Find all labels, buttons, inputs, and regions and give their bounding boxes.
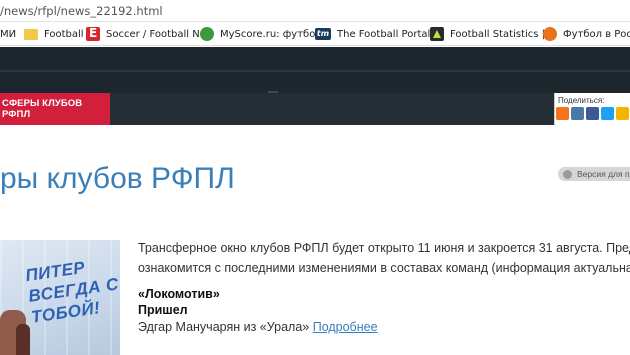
folder-icon: [24, 28, 38, 40]
share-panel: Поделиться:: [554, 93, 630, 125]
bookmark-label: Soccer / Football Ne: [106, 28, 206, 40]
photo-person: [16, 324, 30, 355]
print-version-label: Версия для п: [577, 169, 630, 179]
bookmark-espn[interactable]: Soccer / Football Ne: [86, 22, 206, 45]
bookmark-football-statistics[interactable]: Football Statistics | F: [430, 22, 554, 45]
bookmark-label: MyScore.ru: футбол: [220, 28, 322, 40]
share-icons: [556, 107, 629, 120]
photo-slogan: ПИТЕР ВСЕГДА С ТОБОЙ!: [24, 257, 120, 327]
myscore-icon: [200, 27, 214, 41]
bookmark-label: Футбол в России: [563, 28, 630, 40]
address-bar[interactable]: /news/rfpl/news_22192.html: [0, 0, 630, 22]
transfermarkt-icon: [315, 28, 331, 40]
espn-icon: [86, 26, 100, 41]
bookmark-label: Football Statistics | F: [450, 28, 554, 40]
section-nav: СФЕРЫ КЛУБОВ РФПЛ Поделиться:: [0, 93, 630, 125]
bookmark-label: The Football Portal f: [337, 28, 437, 40]
bookmark-rfpl[interactable]: Футбол в России: [543, 22, 630, 45]
print-version-button[interactable]: Версия для п: [558, 167, 630, 181]
bookmark-label: МИ: [0, 28, 17, 40]
bookmark-myscore[interactable]: MyScore.ru: футбол: [200, 22, 322, 45]
bookmark-transfermarkt[interactable]: The Football Portal f: [315, 22, 437, 45]
share-label: Поделиться:: [558, 96, 605, 105]
article-body: Трансферное окно клубов РФПЛ будет откры…: [138, 238, 630, 334]
transfer-entry: Эдгар Манучарян из «Урала» Подробнее: [138, 320, 630, 334]
article-photo: ПИТЕР ВСЕГДА С ТОБОЙ!: [0, 240, 120, 355]
nav-item-rfpl-transfers[interactable]: СФЕРЫ КЛУБОВ РФПЛ: [0, 93, 110, 125]
article-intro-line: Трансферное окно клубов РФПЛ будет откры…: [138, 241, 630, 255]
article-intro-line: ознакомится с последними изменениями в с…: [138, 261, 630, 275]
header-divider: [0, 70, 630, 72]
stats-icon: [430, 27, 444, 41]
url-text[interactable]: /news/rfpl/news_22192.html: [0, 4, 163, 18]
transfer-text: Эдгар Манучарян из «Урала»: [138, 320, 313, 334]
bookmark-truncated[interactable]: МИ: [0, 22, 17, 45]
yandex-icon[interactable]: [616, 107, 629, 120]
print-icon: [563, 169, 572, 179]
bookmark-football-folder[interactable]: Football: [24, 22, 84, 45]
arrived-heading: Пришел: [138, 303, 188, 317]
facebook-icon[interactable]: [586, 107, 599, 120]
twitter-icon[interactable]: [601, 107, 614, 120]
club-heading: «Локомотив»: [138, 287, 220, 301]
more-link[interactable]: Подробнее: [313, 320, 378, 334]
vkontakte-icon[interactable]: [571, 107, 584, 120]
bookmark-label: Football: [44, 28, 84, 40]
rfpl-icon: [543, 27, 557, 41]
page-title: ры клубов РФПЛ: [0, 162, 235, 195]
odnoklassniki-icon[interactable]: [556, 107, 569, 120]
site-header: [0, 47, 630, 94]
bookmarks-bar: МИ Football Soccer / Football Ne MyScore…: [0, 22, 630, 46]
